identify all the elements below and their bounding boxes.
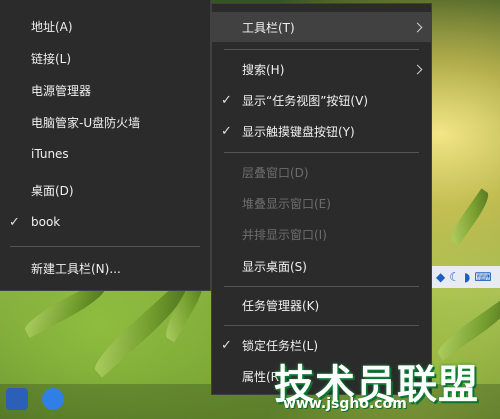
menu-separator xyxy=(10,246,200,247)
menu-item-task-manager[interactable]: 任务管理器(K) xyxy=(212,290,431,320)
menu-item-address[interactable]: 地址(A) xyxy=(0,11,210,41)
menu-item-show-desktop[interactable]: 显示桌面(S) xyxy=(212,251,431,281)
menu-item-search[interactable]: 搜索(H) xyxy=(212,54,431,84)
menu-item-links[interactable]: 链接(L) xyxy=(0,43,210,73)
menu-item-label: 地址(A) xyxy=(31,19,73,34)
menu-item-label: book xyxy=(31,215,61,229)
menu-item-label: 任务管理器(K) xyxy=(242,298,320,313)
menu-item-label: 新建工具栏(N)... xyxy=(31,261,121,276)
toolbars-submenu: 地址(A) 链接(L) 电源管理器 电脑管家-U盘防火墙 iTunes 桌面(D… xyxy=(0,0,211,291)
menu-item-side-by-side: 并排显示窗口(I) xyxy=(212,219,431,249)
tray-icon[interactable]: ◗ xyxy=(464,270,470,284)
system-tray: ◆ ☾ ◗ ⌨ xyxy=(432,266,500,288)
menu-item-stack-windows: 堆叠显示窗口(E) xyxy=(212,188,431,218)
menu-item-cascade-windows: 层叠窗口(D) xyxy=(212,157,431,187)
menu-item-usb-firewall[interactable]: 电脑管家-U盘防火墙 xyxy=(0,107,210,137)
watermark-url: www.jsgho.com xyxy=(283,396,407,412)
checkmark-icon: ✓ xyxy=(221,92,232,108)
menu-item-power-manager[interactable]: 电源管理器 xyxy=(0,75,210,105)
pen-app-icon[interactable] xyxy=(42,388,64,410)
tray-icon[interactable]: ◆ xyxy=(436,270,445,284)
menu-item-label: 链接(L) xyxy=(31,51,72,66)
checkmark-icon: ✓ xyxy=(221,123,232,139)
wallpaper-leaf xyxy=(447,188,493,246)
menu-item-label: 电源管理器 xyxy=(31,83,92,98)
menu-item-book[interactable]: ✓ book xyxy=(0,207,210,237)
menu-item-new-toolbar[interactable]: 新建工具栏(N)... xyxy=(0,253,210,283)
menu-item-label: 显示桌面(S) xyxy=(242,259,307,274)
menu-item-show-touch-keyboard[interactable]: ✓ 显示触摸键盘按钮(Y) xyxy=(212,116,431,146)
keyboard-icon[interactable]: ⌨ xyxy=(474,270,491,284)
menu-separator xyxy=(224,286,419,287)
moon-icon[interactable]: ☾ xyxy=(449,270,460,284)
menu-item-label: 锁定任务栏(L) xyxy=(242,338,319,353)
menu-item-toolbars[interactable]: 工具栏(T) xyxy=(212,12,431,42)
taskbar-context-menu: 工具栏(T) 搜索(H) ✓ 显示“任务视图”按钮(V) ✓ 显示触摸键盘按钮(… xyxy=(211,3,432,395)
menu-item-label: 搜索(H) xyxy=(242,62,285,77)
checkmark-icon: ✓ xyxy=(9,214,20,230)
menu-item-label: 堆叠显示窗口(E) xyxy=(242,196,331,211)
menu-item-label: 电脑管家-U盘防火墙 xyxy=(31,115,141,130)
checkmark-icon: ✓ xyxy=(221,337,232,353)
menu-separator xyxy=(224,152,419,153)
wallpaper-leaf xyxy=(433,295,500,361)
menu-item-label: iTunes xyxy=(31,147,69,161)
chevron-right-icon xyxy=(412,64,423,74)
menu-separator xyxy=(224,325,419,326)
menu-separator xyxy=(224,49,419,50)
menu-item-label: 层叠窗口(D) xyxy=(242,165,309,180)
menu-item-label: 显示“任务视图”按钮(V) xyxy=(242,93,369,108)
menu-item-show-task-view[interactable]: ✓ 显示“任务视图”按钮(V) xyxy=(212,85,431,115)
menu-item-itunes[interactable]: iTunes xyxy=(0,139,210,169)
chevron-right-icon xyxy=(412,22,423,32)
menu-item-desktop[interactable]: 桌面(D) xyxy=(0,175,210,205)
word-app-icon[interactable] xyxy=(6,388,28,410)
menu-item-label: 桌面(D) xyxy=(31,183,74,198)
menu-item-label: 显示触摸键盘按钮(Y) xyxy=(242,124,355,139)
menu-item-label: 并排显示窗口(I) xyxy=(242,227,327,242)
menu-item-label: 工具栏(T) xyxy=(242,20,295,35)
